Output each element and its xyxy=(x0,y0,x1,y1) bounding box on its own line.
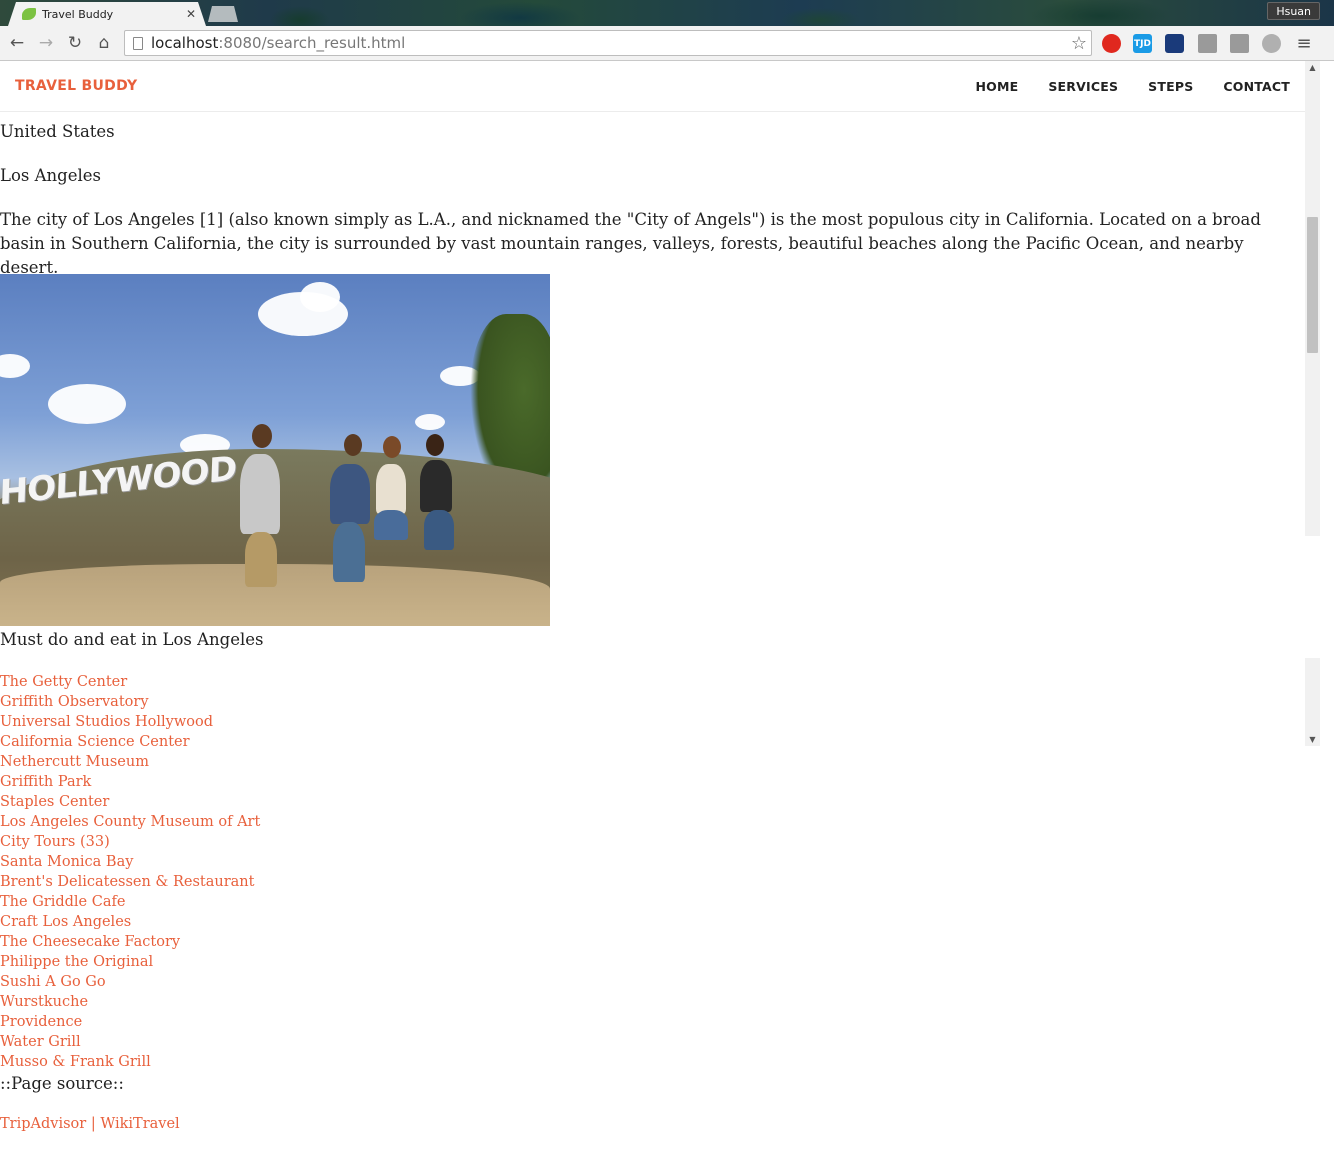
list-item: Craft Los Angeles xyxy=(0,912,260,932)
leaf-favicon-icon xyxy=(22,8,36,20)
puzzle-icon[interactable] xyxy=(1198,34,1217,53)
tab-close-icon[interactable]: ✕ xyxy=(186,7,196,21)
page-icon xyxy=(133,36,143,50)
list-item: Santa Monica Bay xyxy=(0,852,260,872)
attraction-link[interactable]: Musso & Frank Grill xyxy=(0,1054,151,1070)
opera-icon[interactable] xyxy=(1102,34,1121,53)
list-item: Staples Center xyxy=(0,792,260,812)
source-link-tripadvisor[interactable]: TripAdvisor xyxy=(0,1116,86,1132)
scroll-down-arrow-icon[interactable]: ▼ xyxy=(1305,733,1320,745)
browser-toolbar: ← → ↻ ⌂ localhost:8080/search_result.htm… xyxy=(0,26,1334,61)
nav-services[interactable]: SERVICES xyxy=(1048,79,1118,94)
list-item: Philippe the Original xyxy=(0,952,260,972)
attraction-link[interactable]: Griffith Park xyxy=(0,774,91,790)
source-links: TripAdvisor | WikiTravel xyxy=(0,1114,180,1134)
tab-title: Travel Buddy xyxy=(42,7,114,21)
attraction-link[interactable]: The Getty Center xyxy=(0,674,127,690)
attraction-link[interactable]: Water Grill xyxy=(0,1034,81,1050)
result-city: Los Angeles xyxy=(0,166,101,185)
attraction-link[interactable]: Griffith Observatory xyxy=(0,694,149,710)
page-source-heading: ::Page source:: xyxy=(0,1074,124,1093)
attraction-link[interactable]: Philippe the Original xyxy=(0,954,153,970)
attraction-link[interactable]: Craft Los Angeles xyxy=(0,914,131,930)
attraction-link[interactable]: Sushi A Go Go xyxy=(0,974,106,990)
list-item: California Science Center xyxy=(0,732,260,752)
list-item: Providence xyxy=(0,1012,260,1032)
attraction-link[interactable]: Nethercutt Museum xyxy=(0,754,149,770)
source-separator: | xyxy=(90,1116,96,1132)
attraction-link[interactable]: Universal Studios Hollywood xyxy=(0,714,213,730)
new-tab-button[interactable] xyxy=(208,6,238,22)
brand-logo-link[interactable]: TRAVEL BUDDY xyxy=(15,78,137,94)
menu-hamburger-icon[interactable]: ≡ xyxy=(1293,32,1315,54)
browser-tab[interactable]: Travel Buddy ✕ xyxy=(8,2,206,26)
attraction-link[interactable]: Los Angeles County Museum of Art xyxy=(0,814,260,830)
list-item: Wurstkuche xyxy=(0,992,260,1012)
tjd-icon[interactable]: TJD xyxy=(1133,34,1152,53)
attraction-link[interactable]: The Cheesecake Factory xyxy=(0,934,180,950)
nav-steps[interactable]: STEPS xyxy=(1148,79,1193,94)
site-menu: HOME SERVICES STEPS CONTACT xyxy=(975,79,1290,94)
attraction-link[interactable]: California Science Center xyxy=(0,734,190,750)
list-item: Water Grill xyxy=(0,1032,260,1052)
stats-icon[interactable] xyxy=(1165,34,1184,53)
url-text[interactable]: localhost:8080/search_result.html xyxy=(151,34,1071,52)
result-description: The city of Los Angeles [1] (also known … xyxy=(0,210,1261,277)
address-bar[interactable]: localhost:8080/search_result.html ☆ xyxy=(124,30,1092,56)
list-item: The Cheesecake Factory xyxy=(0,932,260,952)
list-item: Sushi A Go Go xyxy=(0,972,260,992)
back-arrow-icon[interactable]: ← xyxy=(6,32,28,54)
attraction-link[interactable]: The Griddle Cafe xyxy=(0,894,125,910)
attraction-link[interactable]: Staples Center xyxy=(0,794,109,810)
list-item: The Getty Center xyxy=(0,672,260,692)
circle-m-icon[interactable] xyxy=(1262,34,1281,53)
scroll-up-arrow-icon[interactable]: ▲ xyxy=(1305,61,1320,73)
attraction-link[interactable]: Brent's Delicatessen & Restaurant xyxy=(0,874,254,890)
vertical-scrollbar[interactable]: ▲ ▼ xyxy=(1305,61,1320,746)
city-photo: HOLLYWOOD xyxy=(0,274,550,626)
scrollbar-thumb[interactable] xyxy=(1307,217,1318,353)
must-do-heading: Must do and eat in Los Angeles xyxy=(0,630,264,649)
list-item: City Tours (33) xyxy=(0,832,260,852)
list-item: Nethercutt Museum xyxy=(0,752,260,772)
nav-home[interactable]: HOME xyxy=(975,79,1018,94)
attraction-link[interactable]: Santa Monica Bay xyxy=(0,854,133,870)
list-item: Griffith Observatory xyxy=(0,692,260,712)
source-link-wikitravel[interactable]: WikiTravel xyxy=(100,1116,179,1132)
profile-button[interactable]: Hsuan xyxy=(1267,2,1320,20)
list-item: Musso & Frank Grill xyxy=(0,1052,260,1072)
list-item: The Griddle Cafe xyxy=(0,892,260,912)
result-country: United States xyxy=(0,122,115,141)
attraction-link[interactable]: City Tours (33) xyxy=(0,834,110,850)
nav-contact[interactable]: CONTACT xyxy=(1223,79,1290,94)
list-item: Brent's Delicatessen & Restaurant xyxy=(0,872,260,892)
reload-icon[interactable]: ↻ xyxy=(64,32,86,54)
browser-titlebar: Travel Buddy ✕ Hsuan xyxy=(0,0,1334,26)
bookmark-star-icon[interactable]: ☆ xyxy=(1071,33,1087,54)
forward-arrow-icon[interactable]: → xyxy=(35,32,57,54)
list-item: Griffith Park xyxy=(0,772,260,792)
home-icon[interactable]: ⌂ xyxy=(93,32,115,54)
attraction-link[interactable]: Wurstkuche xyxy=(0,994,88,1010)
window-icon[interactable] xyxy=(1230,34,1249,53)
list-item: Los Angeles County Museum of Art xyxy=(0,812,260,832)
page-viewport: TRAVEL BUDDY HOME SERVICES STEPS CONTACT… xyxy=(0,61,1305,1152)
attractions-list: The Getty Center Griffith Observatory Un… xyxy=(0,672,260,1072)
list-item: Universal Studios Hollywood xyxy=(0,712,260,732)
site-navbar: TRAVEL BUDDY HOME SERVICES STEPS CONTACT xyxy=(0,61,1305,112)
attraction-link[interactable]: Providence xyxy=(0,1014,82,1030)
